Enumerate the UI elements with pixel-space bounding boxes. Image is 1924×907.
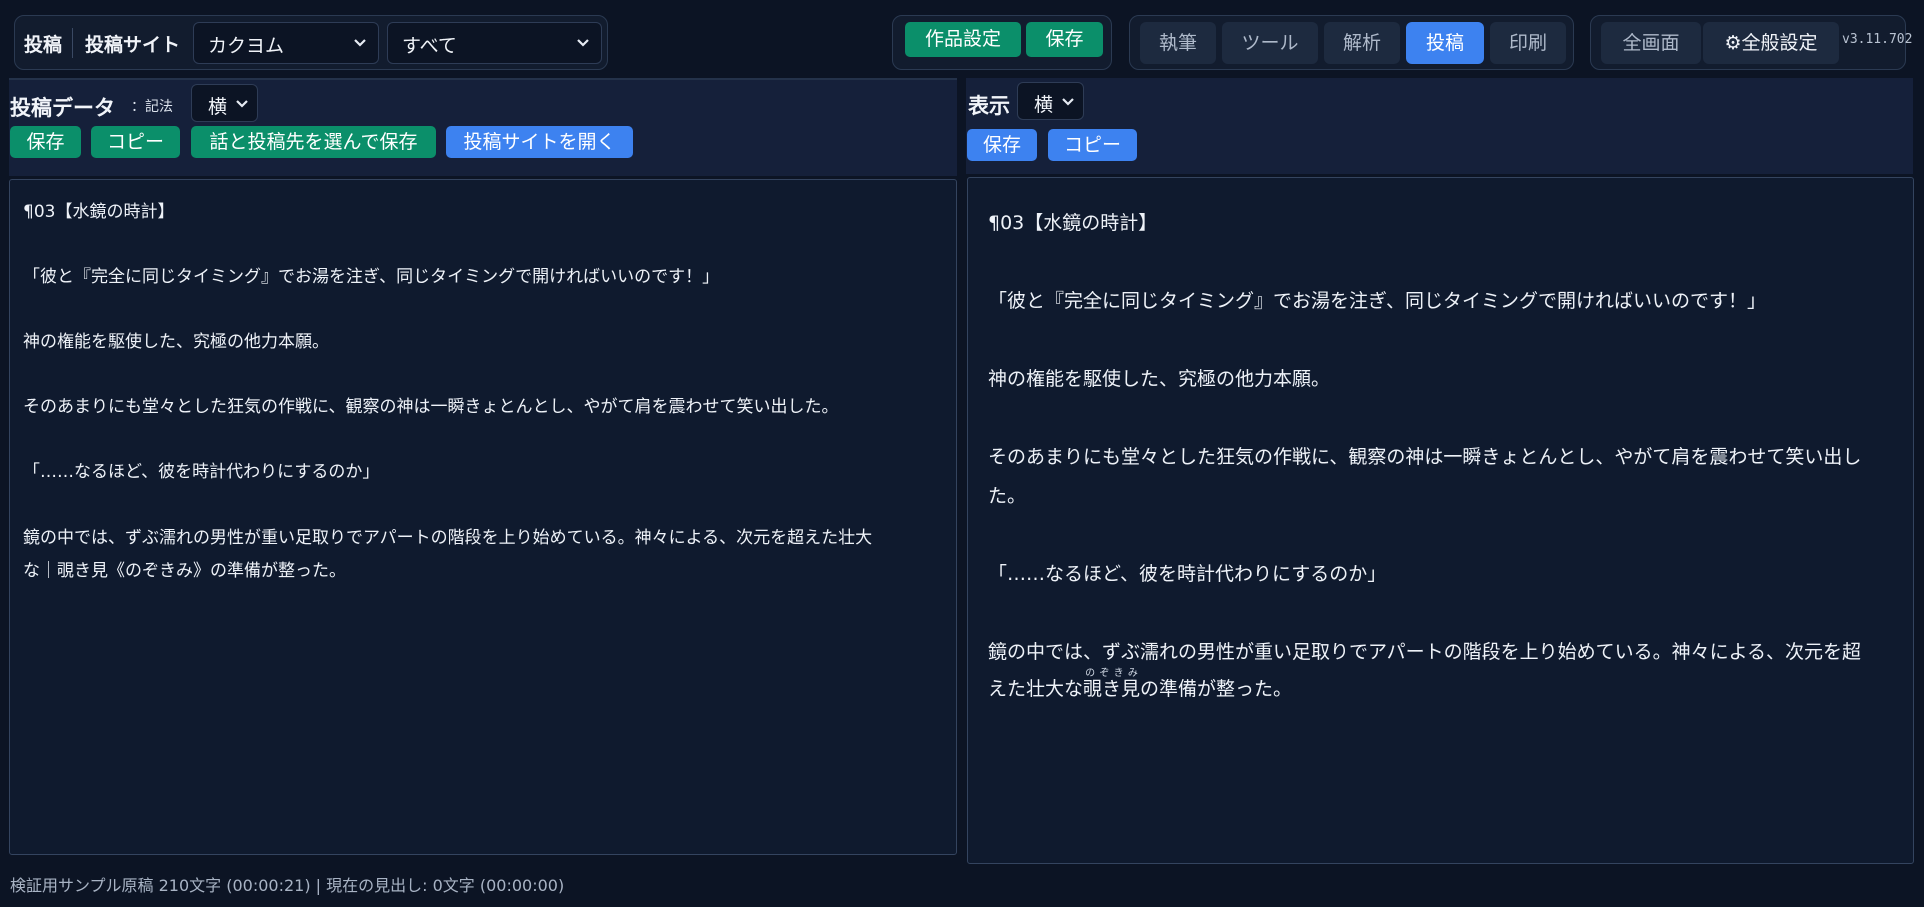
posting-data-header: 投稿データ ：記法 横 保存 コピー 話と投稿先を選んで保存 投稿サイトを開く — [9, 78, 957, 176]
editor-line: そのあまりにも堂々とした狂気の作戦に、観察の神は一瞬きょとんとし、やがて肩を震わ… — [23, 397, 839, 417]
tab-tools[interactable]: ツール — [1222, 22, 1318, 64]
tab-analysis[interactable]: 解析 — [1324, 22, 1400, 64]
chevron-down-icon — [1062, 98, 1074, 106]
work-settings-button[interactable]: 作品設定 — [905, 22, 1021, 57]
preview-line: 「彼と『完全に同じタイミング』でお湯を注ぎ、同じタイミングで開ければいいのです！… — [988, 290, 1767, 312]
site-label: 投稿サイト — [85, 34, 181, 56]
top-save-button[interactable]: 保存 — [1026, 22, 1103, 57]
ruby-suffix: の準備が整った。 — [1140, 678, 1293, 700]
ruby-text: のぞきみ — [1083, 668, 1141, 679]
editor-line: 鏡の中では、ずぶ濡れの男性が重い足取りでアパートの階段を上り始めている。神々によ… — [23, 528, 873, 548]
view-select[interactable]: 横 — [1017, 82, 1084, 120]
ruby-base: 覗き見 — [1083, 678, 1141, 700]
fullscreen-button[interactable]: 全画面 — [1601, 22, 1701, 64]
left-save-button[interactable]: 保存 — [10, 126, 81, 158]
editor-line: ¶03【水鏡の時計】 — [23, 202, 175, 222]
ruby-annotation: 覗き見のぞきみ — [1083, 668, 1141, 700]
right-copy-button[interactable]: コピー — [1048, 129, 1137, 161]
version-label: v3.11.702 — [1842, 32, 1913, 47]
divider — [72, 28, 73, 58]
preview-line: 神の権能を駆使した、究極の他力本願。 — [988, 368, 1331, 390]
open-site-button[interactable]: 投稿サイトを開く — [446, 126, 633, 158]
tab-posting[interactable]: 投稿 — [1406, 22, 1484, 64]
site-select[interactable]: カクヨム — [193, 22, 379, 64]
notation-select-value: 横 — [208, 96, 228, 118]
global-settings-button[interactable]: ⚙全般設定 — [1703, 22, 1839, 64]
preview-line: ¶03【水鏡の時計】 — [988, 212, 1158, 234]
editor-line: 「……なるほど、彼を時計代わりにするのか」 — [23, 462, 380, 482]
preview-area: ¶03【水鏡の時計】 「彼と『完全に同じタイミング』でお湯を注ぎ、同じタイミング… — [967, 177, 1914, 864]
tab-writing[interactable]: 執筆 — [1140, 22, 1216, 64]
notation-label: ：記法 — [131, 99, 173, 115]
status-bar: 検証用サンプル原稿 210文字 (00:00:21) | 現在の見出し: 0文字… — [10, 876, 565, 895]
chevron-down-icon — [577, 39, 589, 47]
preview-title: 表示 — [968, 94, 1010, 118]
save-choose-button[interactable]: 話と投稿先を選んで保存 — [191, 126, 436, 158]
view-select-value: 横 — [1034, 94, 1054, 116]
work-group: 作品設定 保存 — [892, 15, 1112, 70]
preview-header: 表示 横 保存 コピー — [966, 78, 1913, 174]
left-copy-button[interactable]: コピー — [91, 126, 180, 158]
scope-select[interactable]: すべて — [387, 22, 602, 64]
preview-line: た。 — [988, 485, 1027, 507]
notation-select[interactable]: 横 — [191, 84, 258, 122]
right-save-button[interactable]: 保存 — [967, 129, 1037, 161]
top-toolbar: 投稿 投稿サイト カクヨム すべて 作品設定 保存 執筆 ツール 解析 投稿 印… — [0, 0, 1924, 78]
tab-group: 執筆 ツール 解析 投稿 印刷 — [1129, 15, 1574, 70]
editor-line: な｜覗き見《のぞきみ》の準備が整った。 — [23, 561, 346, 581]
mode-label: 投稿 — [24, 34, 63, 56]
preview-line: 鏡の中では、ずぶ濡れの男性が重い足取りでアパートの階段を上り始めている。神々によ… — [988, 641, 1862, 663]
mode-group: 投稿 投稿サイト カクヨム すべて — [14, 15, 608, 70]
editor-line: 「彼と『完全に同じタイミング』でお湯を注ぎ、同じタイミングで開ければいいのです！… — [23, 267, 720, 287]
preview-line: 「……なるほど、彼を時計代わりにするのか」 — [988, 563, 1387, 585]
posting-data-title: 投稿データ — [10, 96, 115, 120]
ruby-prefix: えた壮大な — [988, 678, 1084, 700]
chevron-down-icon — [354, 39, 366, 47]
site-select-value: カクヨム — [208, 35, 285, 57]
preview-line-ruby: えた壮大な覗き見のぞきみの準備が整った。 — [988, 668, 1292, 706]
preview-line: そのあまりにも堂々とした狂気の作戦に、観察の神は一瞬きょとんとし、やがて肩を震わ… — [988, 446, 1862, 468]
scope-select-value: すべて — [402, 35, 457, 57]
view-group: 全画面 ⚙全般設定 v3.11.702 — [1590, 15, 1912, 70]
editor-line: 神の権能を駆使した、究極の他力本願。 — [23, 332, 329, 352]
tab-print[interactable]: 印刷 — [1490, 22, 1566, 64]
posting-editor[interactable]: ¶03【水鏡の時計】 「彼と『完全に同じタイミング』でお湯を注ぎ、同じタイミング… — [9, 179, 957, 855]
chevron-down-icon — [236, 100, 248, 108]
